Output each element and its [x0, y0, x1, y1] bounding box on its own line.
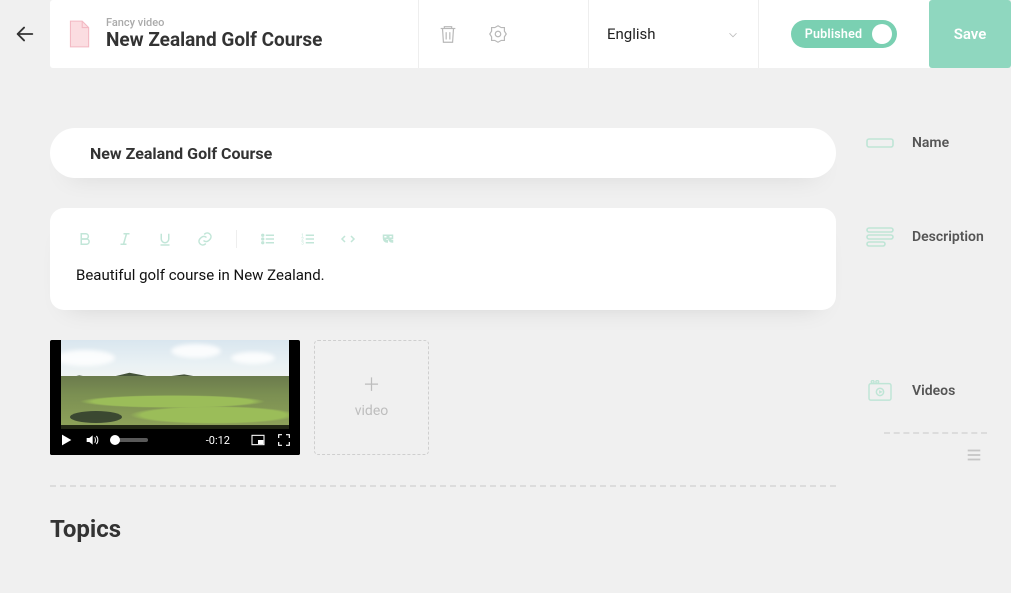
main: New Zealand Golf Course	[0, 68, 1011, 543]
editor-quote-button[interactable]	[379, 230, 397, 248]
video-play-button[interactable]	[58, 432, 74, 448]
svg-text:3: 3	[301, 240, 304, 246]
header-card: Fancy video New Zealand Golf Course En	[50, 0, 1011, 68]
header-title: New Zealand Golf Course	[106, 29, 322, 52]
list-ul-icon	[259, 230, 277, 248]
section-divider	[50, 485, 836, 487]
volume-icon	[84, 432, 100, 448]
paragraph-icon	[866, 226, 894, 248]
videos-row: -0:12 ＋ video	[50, 340, 836, 455]
header-bar: Fancy video New Zealand Golf Course En	[0, 0, 1011, 68]
play-icon	[58, 432, 74, 448]
editor-toolbar: 123	[76, 230, 810, 248]
video-progress-bar[interactable]	[110, 438, 148, 442]
video-volume-button[interactable]	[84, 432, 100, 448]
label-videos: Videos	[912, 383, 955, 399]
save-button[interactable]: Save	[929, 0, 1011, 68]
document-icon	[66, 19, 92, 49]
pip-icon	[250, 432, 266, 448]
publish-section: Published	[759, 0, 929, 68]
label-row-name: Name	[866, 128, 987, 158]
language-label: English	[607, 25, 656, 43]
description-field: 123 Beautiful golf course in New Zealand…	[50, 208, 836, 310]
trash-icon	[437, 23, 459, 45]
video-preview-image	[61, 340, 289, 429]
video-controls: -0:12	[50, 425, 300, 455]
save-button-label: Save	[954, 25, 987, 43]
editor-link-button[interactable]	[196, 230, 214, 248]
video-pip-button[interactable]	[250, 432, 266, 448]
editor-code-button[interactable]	[339, 230, 357, 248]
label-description: Description	[912, 229, 984, 245]
add-video-label: video	[355, 403, 389, 419]
chevron-down-icon	[726, 27, 740, 41]
editor-column: New Zealand Golf Course	[50, 128, 836, 543]
text-field-icon	[866, 132, 894, 154]
settings-button[interactable]	[487, 23, 509, 45]
toggle-knob	[872, 24, 892, 44]
header-actions	[419, 0, 589, 68]
lines-icon	[965, 446, 983, 464]
description-value[interactable]: Beautiful golf course in New Zealand.	[76, 266, 810, 284]
fullscreen-icon	[276, 432, 292, 448]
reorder-handle[interactable]	[866, 446, 987, 464]
video-thumbnail[interactable]: -0:12	[50, 340, 300, 455]
back-button[interactable]	[0, 0, 50, 68]
quote-icon	[379, 230, 397, 248]
right-divider	[884, 432, 987, 434]
italic-icon	[116, 230, 134, 248]
editor-bold-button[interactable]	[76, 230, 94, 248]
name-value: New Zealand Golf Course	[90, 144, 272, 163]
bold-icon	[76, 230, 94, 248]
gear-icon	[487, 23, 509, 45]
label-name: Name	[912, 135, 949, 151]
label-row-videos: Videos	[866, 376, 987, 406]
video-time-remaining: -0:12	[206, 434, 230, 447]
editor-underline-button[interactable]	[156, 230, 174, 248]
plus-icon: ＋	[363, 377, 381, 395]
header-title-section: Fancy video New Zealand Golf Course	[50, 0, 419, 68]
arrow-left-icon	[14, 23, 36, 45]
editor-ul-button[interactable]	[259, 230, 277, 248]
editor-ol-button[interactable]: 123	[299, 230, 317, 248]
list-ol-icon: 123	[299, 230, 317, 248]
underline-icon	[156, 230, 174, 248]
video-fullscreen-button[interactable]	[276, 432, 292, 448]
add-video-button[interactable]: ＋ video	[314, 340, 429, 455]
code-icon	[339, 230, 357, 248]
toolbar-separator	[236, 230, 237, 248]
label-row-description: Description	[866, 222, 987, 252]
published-toggle-label: Published	[805, 27, 863, 42]
editor-italic-button[interactable]	[116, 230, 134, 248]
language-select[interactable]: English	[589, 0, 759, 68]
published-toggle[interactable]: Published	[791, 20, 898, 48]
link-icon	[196, 230, 214, 248]
field-labels-column: Name Description Videos	[866, 128, 1011, 543]
name-field[interactable]: New Zealand Golf Course	[50, 128, 836, 178]
topics-heading: Topics	[50, 515, 836, 543]
delete-button[interactable]	[437, 23, 459, 45]
video-icon	[866, 380, 894, 402]
